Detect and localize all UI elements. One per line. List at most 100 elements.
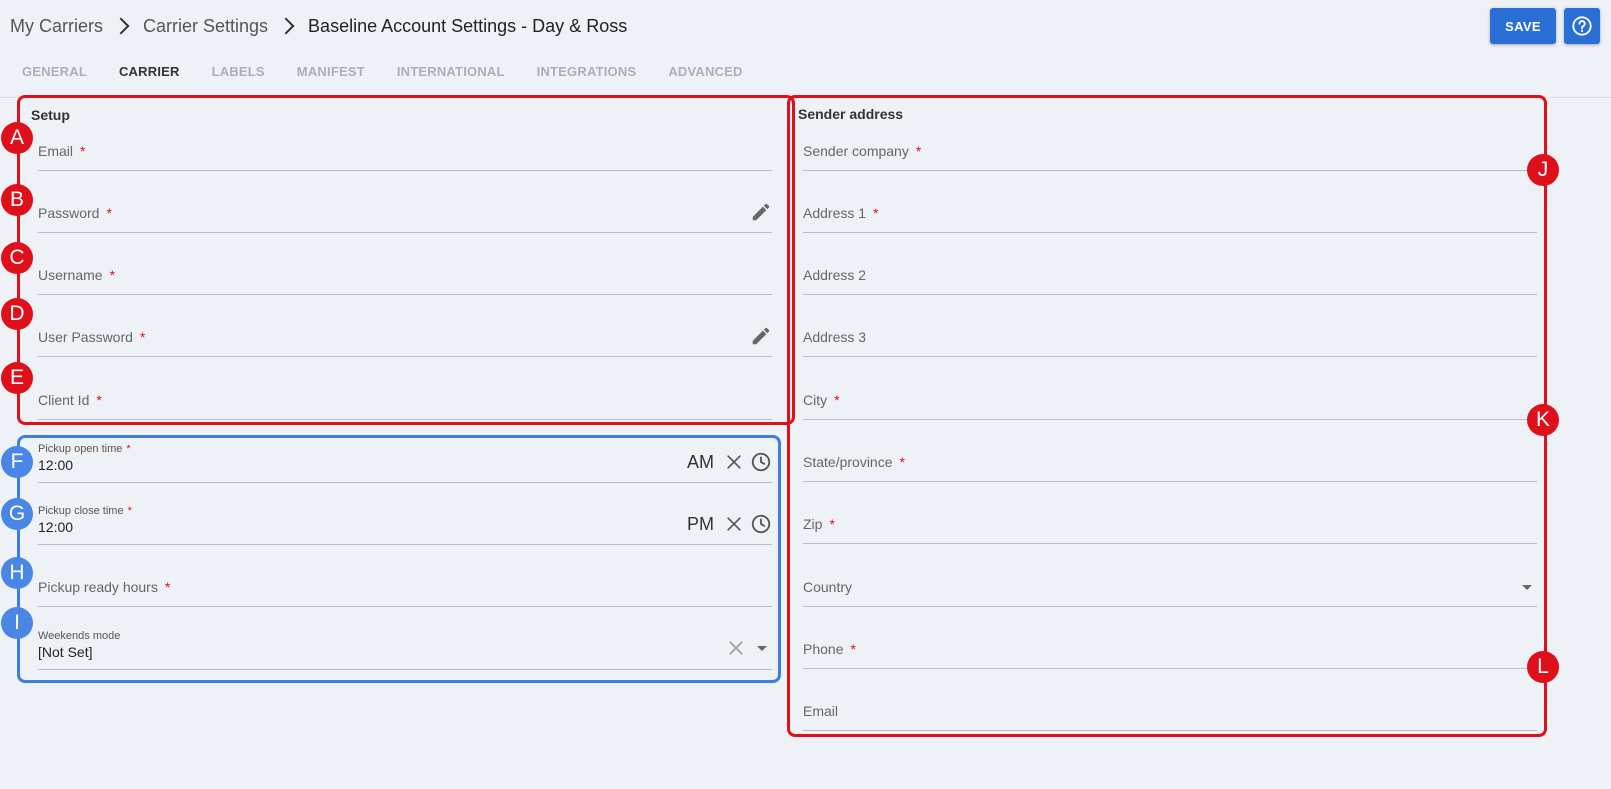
field-underline — [803, 730, 1537, 731]
help-button[interactable] — [1564, 8, 1600, 44]
annotation-badge-h: H — [1, 557, 33, 589]
page-title: Baseline Account Settings - Day & Ross — [308, 15, 628, 36]
annotation-badge-d: D — [1, 298, 33, 330]
field-underline — [803, 543, 1537, 544]
dropdown-arrow-icon[interactable] — [756, 642, 768, 654]
chevron-right-icon — [112, 17, 130, 35]
breadcrumb: My Carriers Carrier Settings Baseline Ac… — [10, 14, 627, 38]
am-pm-toggle[interactable]: PM — [687, 514, 714, 535]
setup-section-title: Setup — [31, 107, 70, 123]
address3-field[interactable]: Address 3 — [803, 317, 1537, 357]
field-underline — [38, 356, 772, 357]
sender-email-field[interactable]: Email — [803, 691, 1537, 731]
tab-advanced[interactable]: ADVANCED — [668, 64, 742, 82]
address3-label: Address 3 — [803, 329, 867, 345]
field-underline — [803, 419, 1537, 420]
address2-label: Address 2 — [803, 267, 867, 283]
annotation-badge-j: J — [1527, 154, 1559, 186]
address1-field[interactable]: Address 1 * — [803, 193, 1537, 233]
breadcrumb-carrier-settings[interactable]: Carrier Settings — [143, 16, 268, 37]
field-underline — [38, 170, 772, 171]
required-mark: * — [109, 267, 116, 283]
password-field[interactable]: Password * — [38, 193, 772, 233]
weekends-mode-select[interactable]: Weekends mode [Not Set] — [38, 630, 772, 670]
save-button[interactable]: SAVE — [1490, 8, 1556, 44]
client-id-label: Client Id — [38, 392, 90, 408]
required-mark: * — [106, 205, 112, 221]
annotation-badge-k: K — [1527, 404, 1559, 436]
field-underline — [803, 668, 1537, 669]
clock-icon[interactable] — [750, 513, 772, 535]
sender-section-title: Sender address — [798, 106, 904, 122]
clear-icon[interactable] — [724, 514, 744, 534]
field-underline — [38, 669, 772, 670]
clear-icon[interactable] — [726, 638, 746, 658]
annotation-badge-f: F — [1, 446, 33, 478]
sender-company-label: Sender company — [803, 143, 909, 159]
pickup-close-time-field[interactable]: Pickup close time * 12:00 PM — [38, 505, 772, 545]
pickup-close-time-label: Pickup close time — [38, 505, 124, 517]
annotation-badge-c: C — [1, 242, 33, 274]
tab-integrations[interactable]: INTEGRATIONS — [537, 64, 637, 82]
email-field[interactable]: Email * — [38, 131, 772, 171]
breadcrumb-my-carriers[interactable]: My Carriers — [10, 16, 103, 37]
am-pm-toggle[interactable]: AM — [687, 452, 714, 473]
address1-label: Address 1 — [803, 205, 867, 221]
state-province-field[interactable]: State/province * — [803, 442, 1537, 482]
field-underline — [38, 606, 772, 607]
required-mark: * — [127, 505, 132, 517]
required-mark: * — [873, 205, 879, 221]
phone-label: Phone — [803, 641, 844, 657]
required-mark: * — [96, 392, 102, 408]
tab-labels[interactable]: LABELS — [212, 64, 265, 82]
field-underline — [38, 482, 772, 483]
required-mark: * — [829, 516, 835, 532]
city-field[interactable]: City * — [803, 380, 1537, 420]
zip-label: Zip — [803, 516, 823, 532]
pickup-open-time-field[interactable]: Pickup open time * 12:00 AM — [38, 443, 772, 483]
dropdown-arrow-icon[interactable] — [1521, 581, 1533, 593]
field-underline — [38, 419, 772, 420]
annotation-badge-l: L — [1527, 651, 1559, 683]
sender-company-field[interactable]: Sender company * — [803, 131, 1537, 171]
edit-pencil-icon[interactable] — [750, 325, 772, 347]
pickup-ready-hours-label: Pickup ready hours — [38, 579, 158, 595]
sender-email-label: Email — [803, 703, 839, 719]
field-underline — [803, 170, 1537, 171]
clock-icon[interactable] — [750, 451, 772, 473]
required-mark: * — [915, 143, 922, 159]
user-password-label: User Password — [38, 329, 133, 345]
field-underline — [803, 232, 1537, 233]
tab-manifest[interactable]: MANIFEST — [297, 64, 365, 82]
username-field[interactable]: Username * — [38, 255, 772, 295]
annotation-badge-e: E — [1, 362, 33, 394]
pickup-open-time-label: Pickup open time — [38, 443, 123, 455]
state-province-label: State/province — [803, 454, 893, 470]
client-id-field[interactable]: Client Id * — [38, 380, 772, 420]
required-mark: * — [850, 641, 856, 657]
phone-field[interactable]: Phone * — [803, 629, 1537, 669]
required-mark: * — [80, 143, 86, 159]
zip-field[interactable]: Zip * — [803, 504, 1537, 544]
required-mark: * — [834, 392, 840, 408]
tab-bar: GENERAL CARRIER LABELS MANIFEST INTERNAT… — [22, 64, 775, 82]
tab-general[interactable]: GENERAL — [22, 64, 87, 82]
password-label: Password — [38, 205, 100, 221]
email-label: Email — [38, 143, 74, 159]
edit-pencil-icon[interactable] — [750, 201, 772, 223]
required-mark: * — [164, 579, 171, 595]
country-select[interactable]: Country — [803, 567, 1537, 607]
pickup-ready-hours-field[interactable]: Pickup ready hours * — [38, 567, 772, 607]
field-underline — [38, 232, 772, 233]
clear-icon[interactable] — [724, 452, 744, 472]
weekends-mode-label: Weekends mode — [38, 630, 121, 642]
annotation-badge-b: B — [1, 184, 33, 216]
tab-international[interactable]: INTERNATIONAL — [397, 64, 505, 82]
required-mark: * — [139, 329, 146, 345]
user-password-field[interactable]: User Password * — [38, 317, 772, 357]
field-underline — [803, 294, 1537, 295]
field-underline — [38, 544, 772, 545]
address2-field[interactable]: Address 2 — [803, 255, 1537, 295]
field-underline — [803, 606, 1537, 607]
tab-carrier[interactable]: CARRIER — [119, 64, 180, 82]
